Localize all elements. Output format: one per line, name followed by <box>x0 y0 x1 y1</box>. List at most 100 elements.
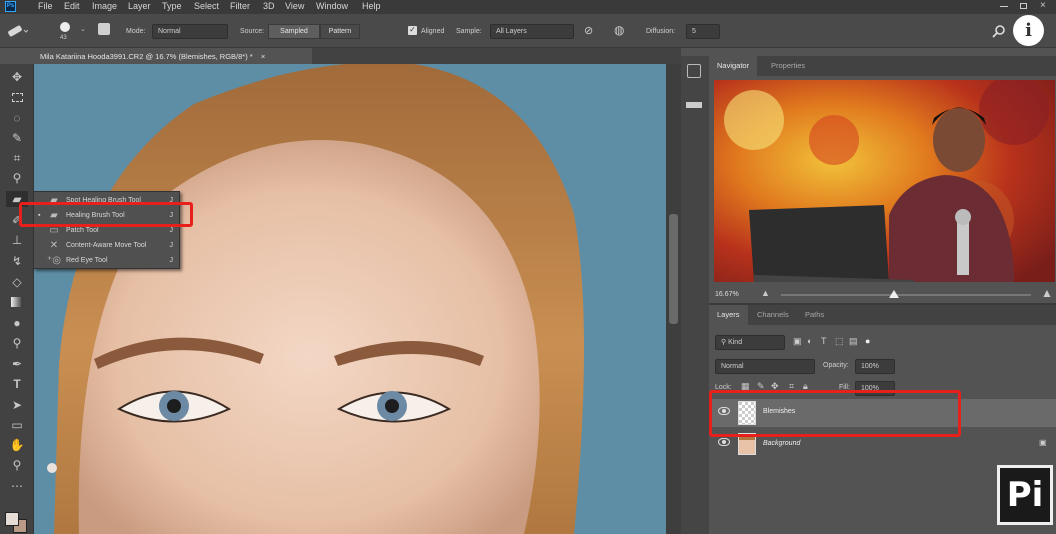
dodge-tool-icon[interactable]: ⚲ <box>6 335 28 351</box>
layer-name-background[interactable]: Background <box>763 440 800 447</box>
clone-stamp-tool-icon[interactable]: ⊥ <box>6 232 28 248</box>
photoshop-window: Ps File Edit Image Layer Type Select Fil… <box>0 0 1056 534</box>
ps-app-icon[interactable]: Ps <box>5 1 16 12</box>
menu-select[interactable]: Select <box>194 1 219 11</box>
gradient-tool-icon[interactable] <box>6 294 28 310</box>
lasso-tool-icon[interactable]: ◌ <box>6 110 28 126</box>
more-tools-icon[interactable]: ⋯ <box>6 478 28 494</box>
sampled-button[interactable]: Sampled <box>268 24 320 39</box>
opacity-label: Opacity: <box>823 362 849 369</box>
chevron-down-icon[interactable]: ⌄ <box>80 25 86 33</box>
scrollbar-thumb[interactable] <box>669 214 678 324</box>
document-canvas[interactable] <box>34 64 666 534</box>
path-select-tool-icon[interactable]: ➤ <box>6 397 28 413</box>
close-window-icon[interactable]: × <box>1040 0 1046 11</box>
flyout-item-content-aware-move[interactable]: ✕ Content-Aware Move Tool J <box>34 238 179 253</box>
menu-window[interactable]: Window <box>316 1 348 11</box>
search-icon[interactable] <box>992 24 1006 38</box>
document-title: Mila Katariina Hooda3991.CR2 @ 16.7% (Bl… <box>40 52 253 61</box>
histogram-panel-icon[interactable] <box>686 96 702 108</box>
document-tab-bar: Mila Katariina Hooda3991.CR2 @ 16.7% (Bl… <box>34 48 681 64</box>
tab-navigator[interactable]: Navigator <box>709 56 758 76</box>
navigator-thumbnail <box>714 80 1055 282</box>
sample-label: Sample: <box>456 28 482 35</box>
source-label: Source: <box>240 28 265 35</box>
zoom-slider-thumb[interactable] <box>888 290 899 298</box>
hand-tool-icon[interactable]: ✋ <box>6 437 28 453</box>
opacity-input[interactable]: 100% <box>855 359 895 374</box>
quick-select-tool-icon[interactable]: ✎ <box>6 130 28 146</box>
document-tab[interactable]: Mila Katariina Hooda3991.CR2 @ 16.7% (Bl… <box>34 48 312 64</box>
brush-preset-icon[interactable] <box>60 22 70 32</box>
sample-select[interactable]: All Layers <box>490 24 574 39</box>
layers-panel: Layers Channels Paths ⚲ Kind ▣ ◐ T ⬚ ▤ ●… <box>709 303 1056 534</box>
type-tool-icon[interactable]: T <box>6 376 28 392</box>
eraser-tool-icon[interactable]: ◇ <box>6 274 28 290</box>
portrait-image <box>34 64 666 534</box>
collapsed-panels-strip <box>681 56 709 534</box>
zoom-in-icon[interactable]: ▲ <box>1041 286 1053 300</box>
layer-filter-select[interactable]: ⚲ Kind <box>715 335 785 350</box>
aligned-checkbox[interactable]: ✓ <box>408 26 417 35</box>
foreground-color-swatch[interactable] <box>5 512 19 526</box>
pen-tool-icon[interactable]: ✒ <box>6 356 28 372</box>
menu-layer[interactable]: Layer <box>128 1 151 11</box>
red-eye-icon: ⁺◎ <box>46 255 61 266</box>
close-tab-icon[interactable]: × <box>261 52 265 61</box>
zoom-tool-icon[interactable]: ⚲ <box>6 457 28 473</box>
filter-toggle-icon[interactable]: ● <box>865 336 870 346</box>
filter-adjustment-icon[interactable]: ◐ <box>807 336 812 346</box>
move-tool-icon[interactable]: ✥ <box>6 69 28 85</box>
tab-paths[interactable]: Paths <box>797 305 833 325</box>
filter-shape-icon[interactable]: ⬚ <box>835 336 844 347</box>
canvas-vertical-scrollbar[interactable] <box>666 64 681 534</box>
menu-view[interactable]: View <box>285 1 304 11</box>
marquee-tool-icon[interactable] <box>6 90 28 106</box>
zoom-out-icon[interactable]: ▲ <box>761 288 770 298</box>
history-panel-icon[interactable] <box>687 64 701 78</box>
tab-layers[interactable]: Layers <box>709 305 748 325</box>
crop-tool-icon[interactable]: ⌗ <box>6 150 28 166</box>
blur-tool-icon[interactable]: ● <box>6 315 28 331</box>
ignore-adjustment-icon[interactable]: ⊘ <box>584 24 593 37</box>
diffusion-input[interactable]: 5 <box>686 24 720 39</box>
history-brush-tool-icon[interactable]: ↯ <box>6 253 28 269</box>
menu-help[interactable]: Help <box>362 1 381 11</box>
filter-type-icon[interactable]: T <box>821 336 827 346</box>
flyout-item-red-eye[interactable]: ⁺◎ Red Eye Tool J <box>34 253 179 268</box>
mode-label: Mode: <box>126 28 146 35</box>
restore-icon[interactable] <box>1020 3 1027 9</box>
menu-bar: Ps File Edit Image Layer Type Select Fil… <box>0 0 1056 14</box>
menu-edit[interactable]: Edit <box>64 1 80 11</box>
blend-mode-select[interactable]: Normal <box>715 359 815 374</box>
menu-3d[interactable]: 3D <box>263 1 275 11</box>
healing-brush-icon[interactable] <box>6 24 28 38</box>
options-bar: 43 ⌄ Mode: Normal Source: Sampled Patter… <box>0 14 1056 48</box>
filter-pixel-icon[interactable]: ▣ <box>793 336 802 347</box>
filter-smart-object-icon[interactable]: ▤ <box>849 336 858 347</box>
clone-source-icon[interactable] <box>98 23 110 35</box>
minimize-icon[interactable] <box>1000 6 1008 7</box>
pi-logo: Pi <box>997 465 1053 525</box>
info-icon[interactable]: i <box>1013 15 1044 46</box>
tab-channels[interactable]: Channels <box>749 305 797 325</box>
eyedropper-tool-icon[interactable]: ⚲ <box>6 170 28 186</box>
menu-file[interactable]: File <box>38 1 53 11</box>
mode-select[interactable]: Normal <box>152 24 228 39</box>
pressure-size-icon[interactable]: ◍ <box>614 23 624 37</box>
navigator-zoom-value[interactable]: 16.67% <box>715 291 739 298</box>
tab-properties[interactable]: Properties <box>763 56 814 76</box>
layer-lock-icon: ▣ <box>1039 438 1047 447</box>
pattern-button[interactable]: Pattern <box>320 24 360 39</box>
menu-image[interactable]: Image <box>92 1 117 11</box>
highlight-healing-brush <box>19 202 193 227</box>
aligned-label: Aligned <box>421 28 445 35</box>
rectangle-tool-icon[interactable]: ▭ <box>6 417 28 433</box>
navigator-zoom-slider[interactable] <box>781 294 1031 296</box>
navigator-panel: Navigator Properties 16.67% ▲ ▲ <box>709 56 1056 303</box>
menu-filter[interactable]: Filter <box>230 1 250 11</box>
visibility-eye-icon[interactable] <box>718 438 730 446</box>
diffusion-label: Diffusion: <box>646 28 676 35</box>
brush-size-value: 43 <box>60 35 67 41</box>
menu-type[interactable]: Type <box>162 1 182 11</box>
